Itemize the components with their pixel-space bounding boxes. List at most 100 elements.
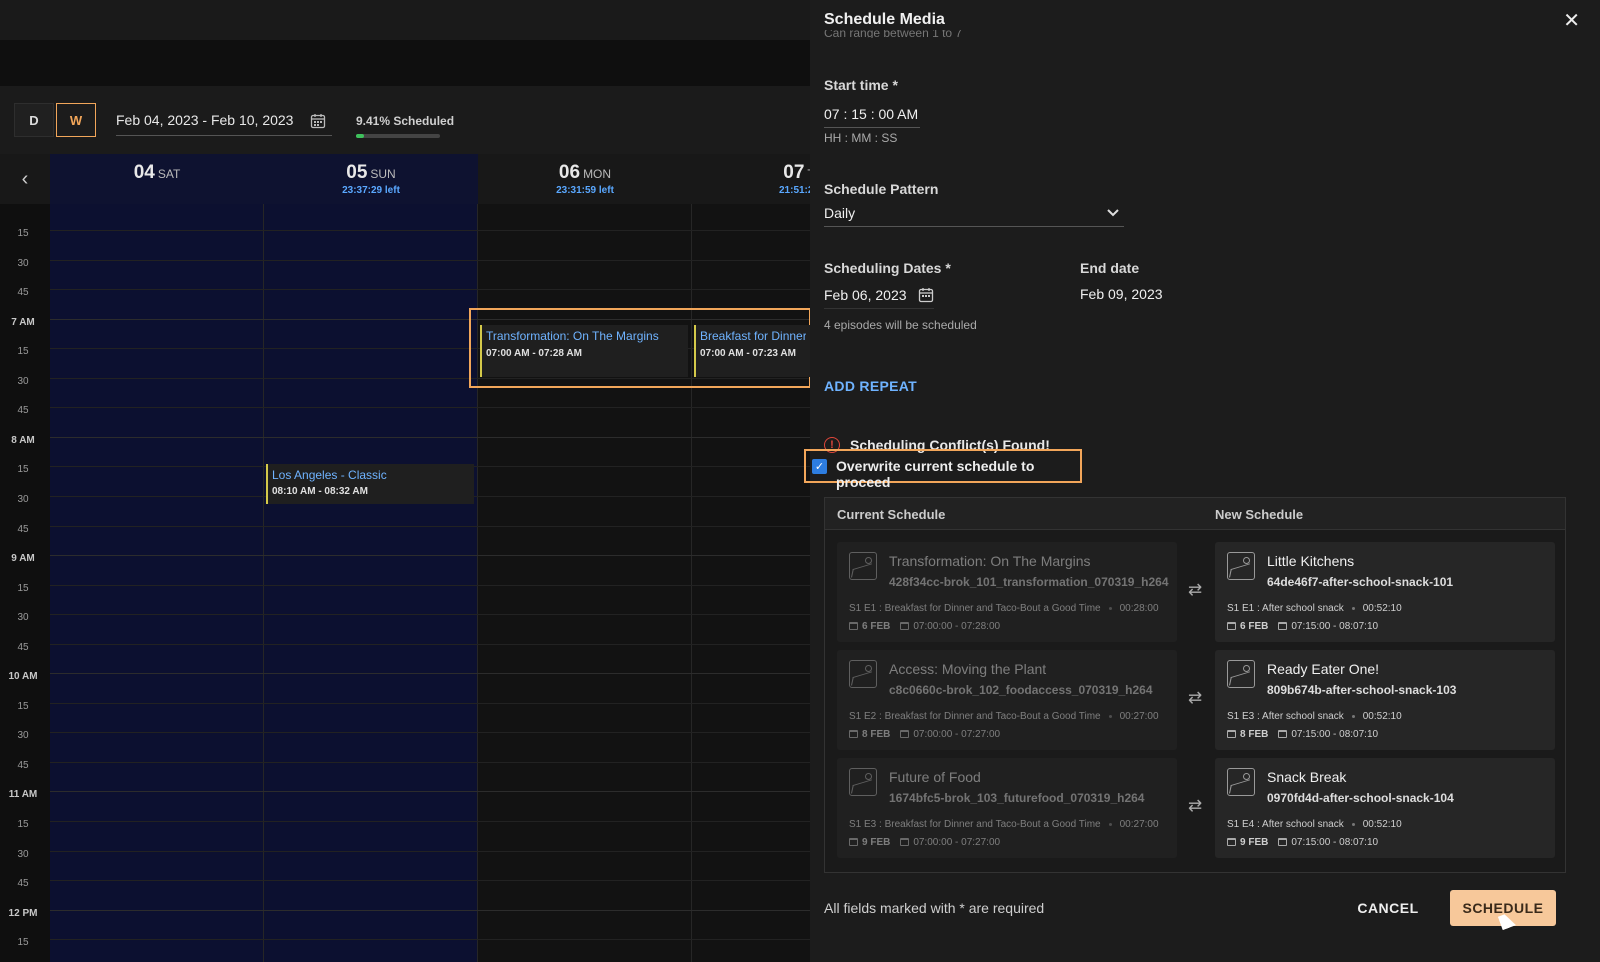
separator-dot (1108, 822, 1112, 826)
calendar-icon (1227, 730, 1236, 738)
swap-icon: ⇄ (1187, 796, 1203, 815)
current-schedule-header: Current Schedule (837, 507, 946, 522)
start-time-input[interactable]: 07 : 15 : 00 AM (824, 106, 918, 122)
separator-dot (1351, 714, 1355, 718)
calendar-icon (849, 622, 858, 630)
time-label: 15 (17, 464, 29, 475)
day-number: 06 (558, 162, 581, 183)
current-schedule-card: Transformation: On The Margins 428f34cc-b… (837, 542, 1177, 642)
calendar-icon (900, 730, 910, 738)
schedule-date: 8 FEB (862, 729, 891, 740)
calendar-icon (1278, 838, 1288, 846)
calendar-event[interactable]: Breakfast for Dinner 07:00 AM - 07:23 AM (694, 325, 810, 377)
chevron-left-icon[interactable]: ‹ (12, 166, 38, 192)
image-placeholder-icon (849, 552, 877, 580)
chevron-down-icon[interactable] (1106, 208, 1120, 218)
calendar-icon[interactable] (918, 287, 934, 303)
day-of-week: SUN (370, 167, 396, 181)
episode-duration: 00:52:10 (1362, 819, 1402, 830)
pattern-select[interactable]: Daily (824, 205, 855, 221)
episode-label: S1 E1 : Breakfast for Dinner and Taco-Bo… (849, 603, 1101, 614)
dates-underline (824, 308, 934, 309)
grid-line (50, 910, 810, 911)
time-label: 45 (17, 405, 29, 416)
grid-line (50, 762, 810, 763)
media-title: Little Kitchens (1267, 553, 1355, 569)
current-schedule-card: Future of Food 1674bfc5-brok_103_futurefo… (837, 758, 1177, 858)
event-title: Los Angeles - Classic (272, 468, 387, 482)
close-icon[interactable]: ✕ (1563, 8, 1580, 33)
grid-line (50, 821, 810, 822)
overwrite-checkbox[interactable]: ✓ (812, 459, 827, 474)
date-range-field[interactable]: Feb 04, 2023 - Feb 10, 2023 (116, 106, 332, 136)
pattern-underline (824, 226, 1124, 227)
schedule-time: 07:00:00 - 07:27:00 (913, 837, 1001, 848)
grid-line (50, 644, 810, 645)
day-column-sat[interactable] (50, 204, 264, 962)
time-label: 15 (17, 583, 29, 594)
scheduled-percentage: 9.41% Scheduled (356, 114, 455, 128)
episode-duration: 00:28:00 (1119, 603, 1159, 614)
schedule-media-panel: Schedule Media ✕ Can range between 1 to … (804, 0, 1600, 962)
grid-line (50, 703, 810, 704)
new-schedule-card: Snack Break 0970fd4d-after-school-snack-1… (1215, 758, 1555, 858)
day-number: 05 (346, 162, 368, 183)
grid-line (50, 289, 810, 290)
swap-icon: ⇄ (1187, 688, 1203, 707)
time-label: 30 (17, 730, 29, 741)
schedule-datetime: 9 FEB 07:15:00 - 08:07:10 (1227, 837, 1378, 848)
time-label: 45 (17, 524, 29, 535)
episode-duration: 00:27:00 (1119, 819, 1159, 830)
calendar-event[interactable]: Transformation: On The Margins 07:00 AM … (480, 325, 688, 377)
scheduled-progress-fill (356, 134, 364, 138)
grid-line (50, 585, 810, 586)
event-title: Breakfast for Dinner (700, 329, 806, 343)
schedule-time: 07:15:00 - 08:07:10 (1291, 729, 1379, 740)
episode-info: S1 E1 : Breakfast for Dinner and Taco-Bo… (849, 603, 1159, 614)
media-file-id: c8c0660c-brok_102_foodaccess_070319_h264 (889, 683, 1153, 697)
separator-dot (1351, 822, 1355, 826)
media-title: Access: Moving the Plant (889, 661, 1047, 677)
day-column-sun[interactable] (264, 204, 478, 962)
image-placeholder-icon (1227, 768, 1255, 796)
schedule-date: 8 FEB (1240, 729, 1269, 740)
comparison-header: Current Schedule New Schedule (825, 498, 1565, 530)
day-number: 04 (133, 162, 155, 183)
time-left: 21:51:29 (778, 185, 810, 196)
view-day-button[interactable]: D (14, 103, 54, 137)
time-label: 8 AM (11, 435, 35, 446)
schedule-date: 6 FEB (1240, 621, 1269, 632)
separator-dot (1108, 606, 1112, 610)
event-time: 07:00 AM - 07:28 AM (486, 348, 582, 359)
overwrite-label[interactable]: Overwrite current schedule to proceed (836, 458, 1080, 490)
schedule-datetime: 6 FEB 07:15:00 - 08:07:10 (1227, 621, 1378, 632)
image-placeholder-icon (849, 660, 877, 688)
schedule-date: 6 FEB (862, 621, 891, 632)
range-hint: Can range between 1 to 7 (824, 30, 963, 38)
schedule-comparison: Current Schedule New Schedule Transforma… (824, 497, 1566, 873)
calendar-icon (900, 622, 910, 630)
grid-line (50, 437, 810, 438)
view-week-button[interactable]: W (56, 103, 96, 137)
schedule-time: 07:15:00 - 08:07:10 (1291, 621, 1379, 632)
media-title: Snack Break (1267, 769, 1347, 785)
grid-line (50, 880, 810, 881)
episode-label: S1 E3 : Breakfast for Dinner and Taco-Bo… (849, 819, 1101, 830)
schedule-datetime: 8 FEB 07:15:00 - 08:07:10 (1227, 729, 1378, 740)
calendar-icon (849, 838, 858, 846)
calendar-area: D W Feb 04, 2023 - Feb 10, 2023 9.41% Sc… (0, 0, 810, 962)
time-label: 45 (17, 878, 29, 889)
grid-line (50, 230, 810, 231)
media-file-id: 0970fd4d-after-school-snack-104 (1267, 791, 1454, 805)
calendar-icon[interactable] (310, 113, 326, 129)
add-repeat-button[interactable]: ADD REPEAT (824, 378, 917, 394)
calendar-event[interactable]: Los Angeles - Classic 08:10 AM - 08:32 A… (266, 464, 474, 504)
calendar-icon (900, 838, 910, 846)
time-label: 45 (17, 642, 29, 653)
time-left: 23:37:29 left (342, 185, 400, 196)
cancel-button[interactable]: CANCEL (1348, 892, 1428, 924)
media-file-id: 1674bfc5-brok_103_futurefood_070319_h264 (889, 791, 1145, 805)
time-label: 15 (17, 937, 29, 948)
scheduling-date-input[interactable]: Feb 06, 2023 (824, 287, 907, 303)
grid-line (50, 939, 810, 940)
